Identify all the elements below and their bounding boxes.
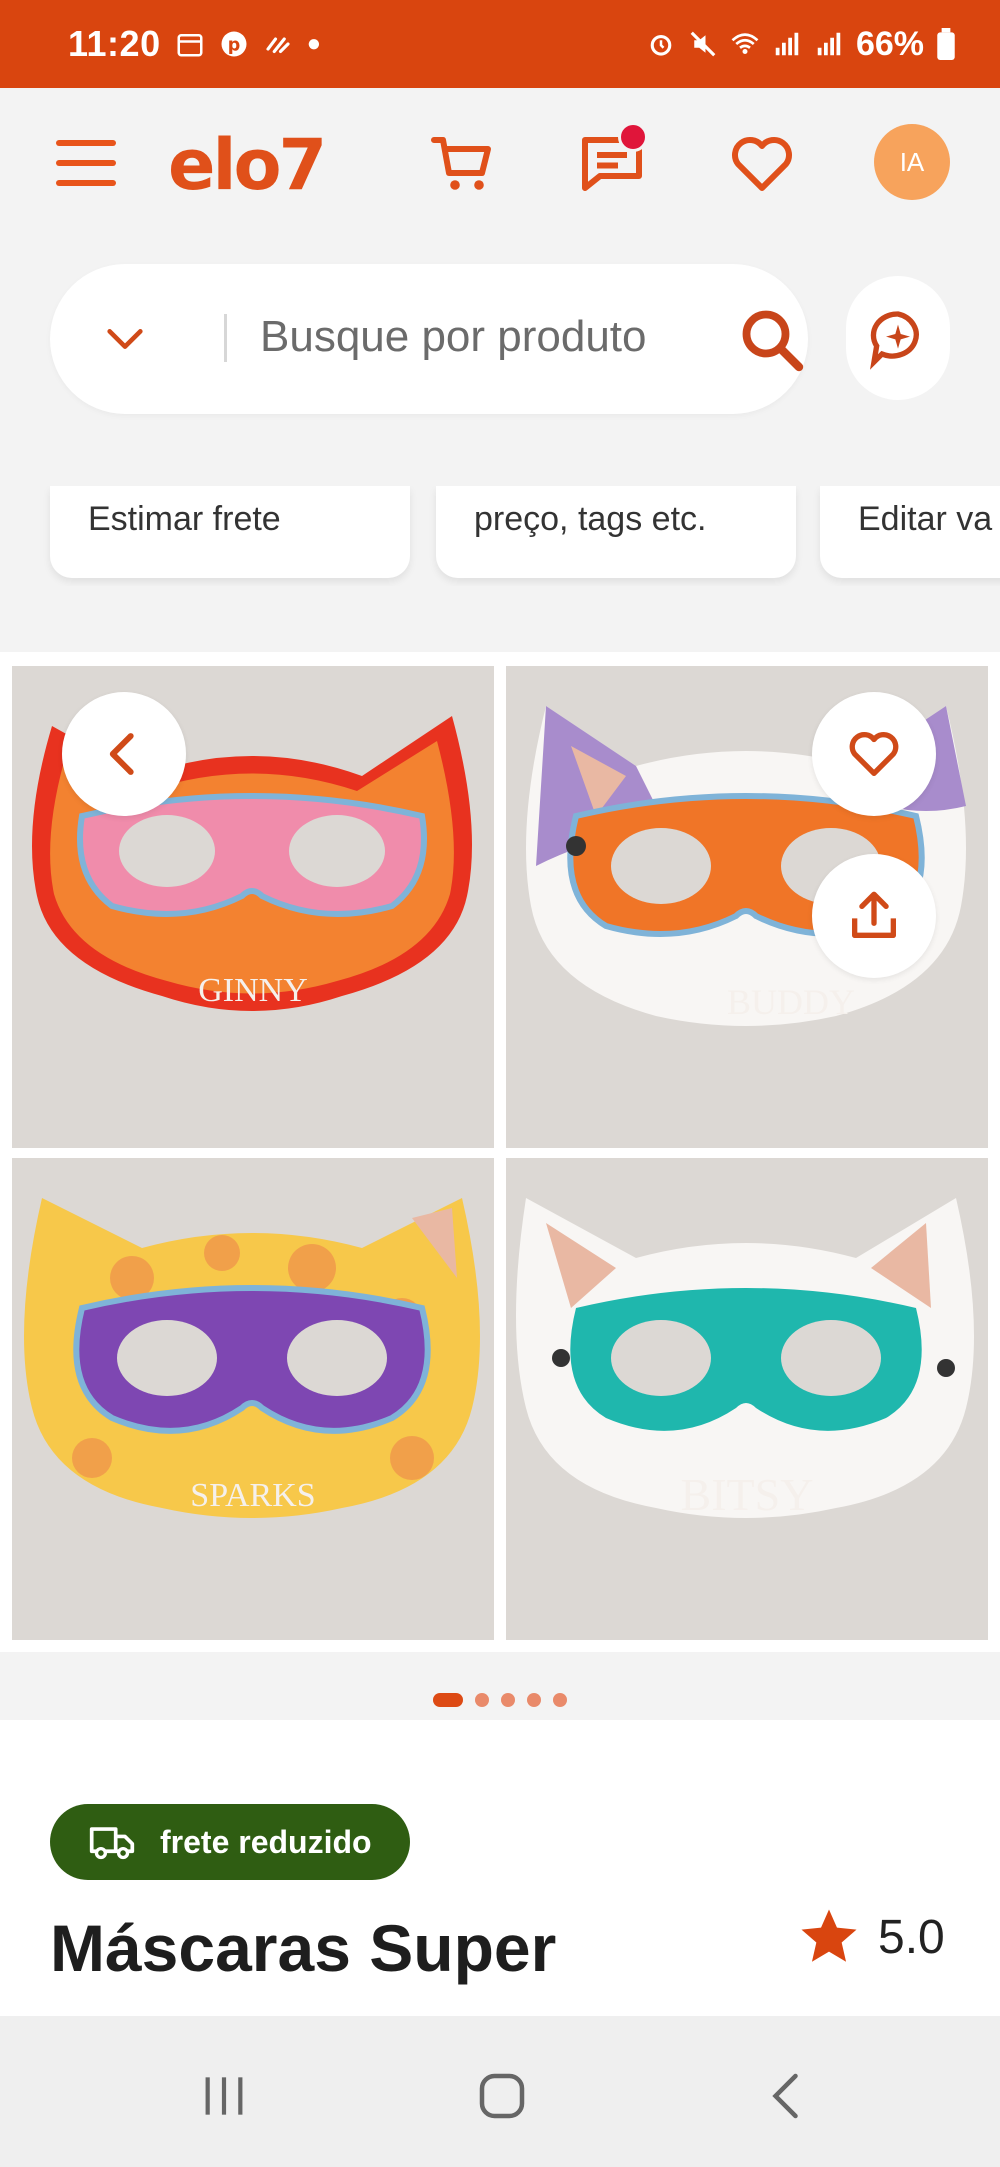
activity-icon	[266, 37, 290, 54]
share-button[interactable]	[812, 854, 936, 978]
product-title: Máscaras Super	[50, 1911, 557, 1985]
mute-icon	[690, 31, 716, 57]
mask-image: BITSY	[516, 1198, 974, 1520]
battery-icon	[937, 28, 955, 60]
chevron-down-icon[interactable]	[102, 316, 148, 362]
logo[interactable]: elo7	[168, 124, 327, 206]
back-nav-icon[interactable]	[758, 2066, 818, 2126]
favorite-button[interactable]	[812, 692, 936, 816]
mask-label: GINNY	[198, 972, 308, 1009]
avatar[interactable]: IA	[874, 124, 950, 200]
ai-chat-icon	[870, 311, 919, 370]
product-rating[interactable]: 5.0	[796, 1904, 945, 1970]
heart-icon	[849, 732, 899, 776]
mask-label: BITSY	[681, 1469, 814, 1520]
system-nav-bar	[0, 2016, 1000, 2167]
app-header: elo7 IA	[0, 88, 1000, 240]
pinterest-icon: p	[221, 31, 247, 57]
notification-dot-icon: ●	[306, 30, 322, 57]
pagination-dot[interactable]	[553, 1693, 567, 1707]
product-gallery[interactable]: GINNY BUDDY SPARKS BITSY	[0, 652, 1000, 1652]
signal-icon-2	[817, 32, 841, 56]
search-divider	[224, 314, 227, 362]
recent-apps-icon[interactable]	[196, 2068, 252, 2124]
chevron-left-icon	[109, 733, 134, 775]
alarm-icon	[650, 34, 672, 56]
mask-image: SPARKS	[24, 1198, 480, 1518]
search-input[interactable]: Busque por produto	[260, 312, 700, 362]
pagination-dot[interactable]	[501, 1693, 515, 1707]
shipping-badge: frete reduzido	[50, 1804, 410, 1880]
share-icon	[852, 891, 896, 938]
shipping-badge-label: frete reduzido	[160, 1823, 372, 1860]
menu-button[interactable]	[56, 140, 118, 190]
favorites-heart-icon[interactable]	[726, 128, 798, 200]
cart-icon[interactable]	[428, 128, 500, 200]
signal-icon	[775, 32, 799, 56]
wifi-icon	[731, 33, 759, 54]
search-bar: Busque por produto	[50, 264, 808, 414]
mask-label: SPARKS	[190, 1477, 315, 1514]
chip-estimate-shipping[interactable]: Estimar frete	[50, 486, 410, 578]
gallery-image-bitsy: BITSY	[506, 1158, 988, 1640]
star-icon	[801, 1909, 857, 1962]
pagination-dot[interactable]	[433, 1693, 463, 1707]
product-info: frete reduzido Máscaras Super 5.0	[0, 1720, 1000, 2016]
status-bar: 11:20 p ● 66%	[0, 0, 1000, 88]
search-icon[interactable]	[736, 304, 808, 376]
calendar-icon	[177, 34, 203, 57]
ai-chat-button[interactable]	[846, 276, 950, 400]
home-icon[interactable]	[472, 2066, 532, 2126]
chip-edit[interactable]: Editar va	[820, 486, 1000, 578]
messages-button[interactable]	[576, 122, 648, 200]
truck-icon	[89, 1827, 135, 1860]
battery-percent: 66%	[855, 24, 924, 63]
rating-value: 5.0	[878, 1910, 945, 1964]
quick-actions-row: Estimar frete preço, tags etc. Editar va	[0, 486, 1000, 586]
mask-label: BUDDY	[727, 982, 855, 1022]
chip-price-tags[interactable]: preço, tags etc.	[436, 486, 796, 578]
pagination-dot[interactable]	[475, 1693, 489, 1707]
pagination-dot[interactable]	[527, 1693, 541, 1707]
svg-text:p: p	[227, 35, 240, 55]
back-button[interactable]	[62, 692, 186, 816]
status-time: 11:20	[68, 23, 161, 64]
notification-badge	[618, 122, 648, 152]
gallery-pagination[interactable]	[0, 1686, 1000, 1714]
gallery-image-sparks: SPARKS	[12, 1158, 494, 1640]
